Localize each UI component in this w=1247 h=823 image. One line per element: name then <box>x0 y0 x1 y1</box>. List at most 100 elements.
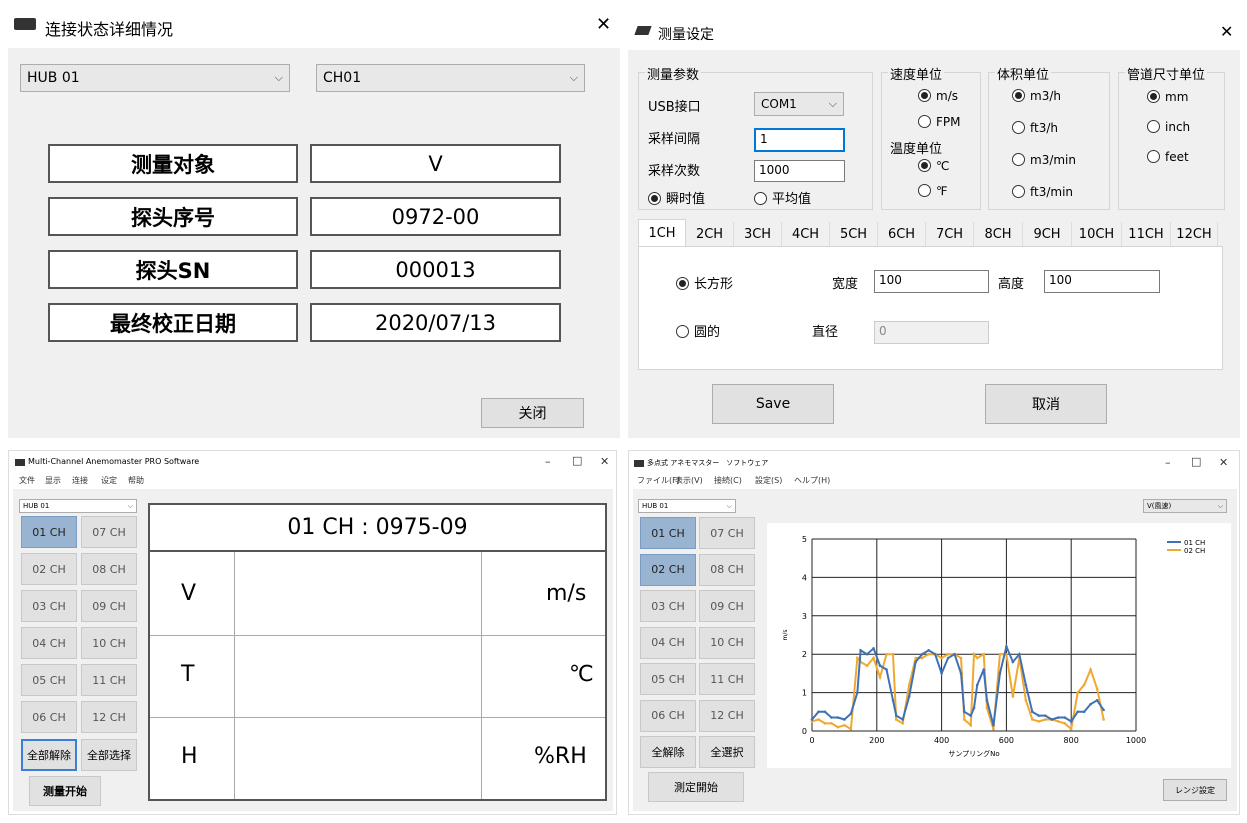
tab-7ch[interactable]: 7CH <box>926 222 974 246</box>
speed-radio-ms[interactable]: m/s <box>918 89 958 103</box>
pipe-radio[interactable]: mm <box>1147 90 1188 104</box>
maximize-button[interactable]: □ <box>1191 455 1201 468</box>
menu-item[interactable]: 连接 <box>72 475 88 486</box>
channel-button[interactable]: 09 CH <box>699 590 755 622</box>
menu-item[interactable]: 设定 <box>101 475 117 486</box>
usb-select[interactable]: COM1 ⌵ <box>754 92 844 116</box>
tab-9ch[interactable]: 9CH <box>1023 222 1072 246</box>
channel-button[interactable]: 10 CH <box>699 626 755 659</box>
minimize-button[interactable]: – <box>545 455 551 468</box>
instant-radio[interactable]: 瞬时值 <box>648 188 705 207</box>
save-button[interactable]: Save <box>712 384 834 424</box>
minimize-button[interactable]: – <box>1165 456 1171 469</box>
data-point <box>975 656 979 660</box>
menu-item[interactable]: 接続(C) <box>714 475 742 486</box>
volume-radio[interactable]: m3/min <box>1012 153 1076 167</box>
radio-label: 瞬时值 <box>666 192 706 207</box>
channel-button[interactable]: 05 CH <box>640 663 696 695</box>
menu-item[interactable]: ヘルプ(H) <box>794 475 830 486</box>
pipe-radio[interactable]: feet <box>1147 150 1189 164</box>
channel-button[interactable]: 12 CH <box>699 699 755 732</box>
volume-radio[interactable]: ft3/min <box>1012 185 1073 199</box>
radio-label: ℃ <box>936 159 950 173</box>
tab-3ch[interactable]: 3CH <box>734 222 782 246</box>
channel-button[interactable]: 03 CH <box>640 590 696 622</box>
diameter-input[interactable]: 0 <box>874 321 989 344</box>
close-button[interactable]: ✕ <box>1219 456 1228 469</box>
channel-button[interactable]: 11 CH <box>699 663 755 695</box>
height-input[interactable]: 100 <box>1044 270 1160 293</box>
close-icon[interactable]: ✕ <box>1220 22 1233 41</box>
menu-item[interactable]: 文件 <box>19 475 35 486</box>
data-point <box>1082 683 1086 687</box>
hub-select[interactable]: HUB 01 ⌵ <box>20 64 290 92</box>
channel-button[interactable]: 08 CH <box>81 553 137 585</box>
menu-item[interactable]: ファイル(F) <box>637 475 680 486</box>
range-settings-button[interactable]: レンジ設定 <box>1163 779 1227 801</box>
menu-item[interactable]: 表示(V) <box>675 475 703 486</box>
channel-button[interactable]: 07 CH <box>699 517 755 549</box>
y-tick-label: 1 <box>802 689 807 698</box>
menu-item[interactable]: 帮助 <box>128 475 144 486</box>
volume-radio[interactable]: m3/h <box>1012 89 1061 103</box>
display-header: 01 CH : 0975-09 <box>150 505 605 552</box>
channel-button[interactable]: 01 CH <box>640 517 696 549</box>
close-button[interactable]: 关闭 <box>481 398 584 428</box>
channel-button[interactable]: 10 CH <box>81 627 137 659</box>
tab-12ch[interactable]: 12CH <box>1171 222 1218 246</box>
channel-button[interactable]: 04 CH <box>21 627 77 659</box>
tab-2ch[interactable]: 2CH <box>686 222 734 246</box>
select-all-button[interactable]: 全選択 <box>699 736 755 768</box>
row-label: 最终校正日期 <box>48 303 298 342</box>
channel-button[interactable]: 09 CH <box>81 590 137 622</box>
tab-4ch[interactable]: 4CH <box>782 222 830 246</box>
channel-button[interactable]: 01 CH <box>21 516 77 548</box>
hub-select[interactable]: HUB 01 ⌵ <box>19 499 137 513</box>
channel-button[interactable]: 08 CH <box>699 553 755 586</box>
clear-all-button[interactable]: 全部解除 <box>21 739 77 771</box>
data-point <box>920 656 924 660</box>
measure-select[interactable]: V(風速) ⌵ <box>1143 499 1227 513</box>
tab-5ch[interactable]: 5CH <box>830 222 878 246</box>
start-measure-button[interactable]: 測定開始 <box>648 772 744 802</box>
temp-radio-f[interactable]: ℉ <box>918 184 947 198</box>
menu-item[interactable]: 設定(S) <box>755 475 782 486</box>
select-all-button[interactable]: 全部选择 <box>81 739 137 771</box>
channel-button[interactable]: 06 CH <box>21 701 77 733</box>
clear-all-button[interactable]: 全解除 <box>640 736 696 768</box>
maximize-button[interactable]: □ <box>572 454 582 467</box>
channel-button[interactable]: 05 CH <box>21 664 77 696</box>
channel-button[interactable]: 11 CH <box>81 664 137 696</box>
close-button[interactable]: ✕ <box>600 455 609 468</box>
volume-radio[interactable]: ft3/h <box>1012 121 1058 135</box>
tab-8ch[interactable]: 8CH <box>974 222 1023 246</box>
cancel-button[interactable]: 取消 <box>985 384 1107 424</box>
tab-6ch[interactable]: 6CH <box>878 222 926 246</box>
temp-radio-c[interactable]: ℃ <box>918 159 949 173</box>
channel-button[interactable]: 02 CH <box>21 553 77 585</box>
speed-radio-fpm[interactable]: FPM <box>918 115 961 129</box>
tab-10ch[interactable]: 10CH <box>1072 222 1122 246</box>
radio-icon <box>1012 153 1025 166</box>
width-input[interactable]: 100 <box>874 270 989 293</box>
start-measure-button[interactable]: 测量开始 <box>29 776 101 806</box>
close-icon[interactable]: ✕ <box>596 14 611 35</box>
rect-radio[interactable]: 长方形 <box>676 273 733 292</box>
tab-1ch[interactable]: 1CH <box>638 219 686 247</box>
channel-button[interactable]: 12 CH <box>81 701 137 733</box>
hub-select[interactable]: HUB 01 ⌵ <box>638 499 736 513</box>
pipe-radio[interactable]: inch <box>1147 120 1190 134</box>
radio-icon <box>1147 150 1160 163</box>
menu-item[interactable]: 显示 <box>45 475 61 486</box>
channel-button[interactable]: 03 CH <box>21 590 77 622</box>
count-input[interactable]: 1000 <box>754 160 845 182</box>
round-radio[interactable]: 圆的 <box>676 321 720 340</box>
channel-button[interactable]: 06 CH <box>640 699 696 732</box>
tab-11ch[interactable]: 11CH <box>1122 222 1171 246</box>
channel-button[interactable]: 02 CH <box>640 553 696 586</box>
average-radio[interactable]: 平均值 <box>754 188 811 207</box>
interval-input[interactable]: 1 <box>754 128 845 152</box>
channel-select[interactable]: CH01 ⌵ <box>316 64 585 92</box>
channel-button[interactable]: 07 CH <box>81 516 137 548</box>
channel-button[interactable]: 04 CH <box>640 626 696 659</box>
